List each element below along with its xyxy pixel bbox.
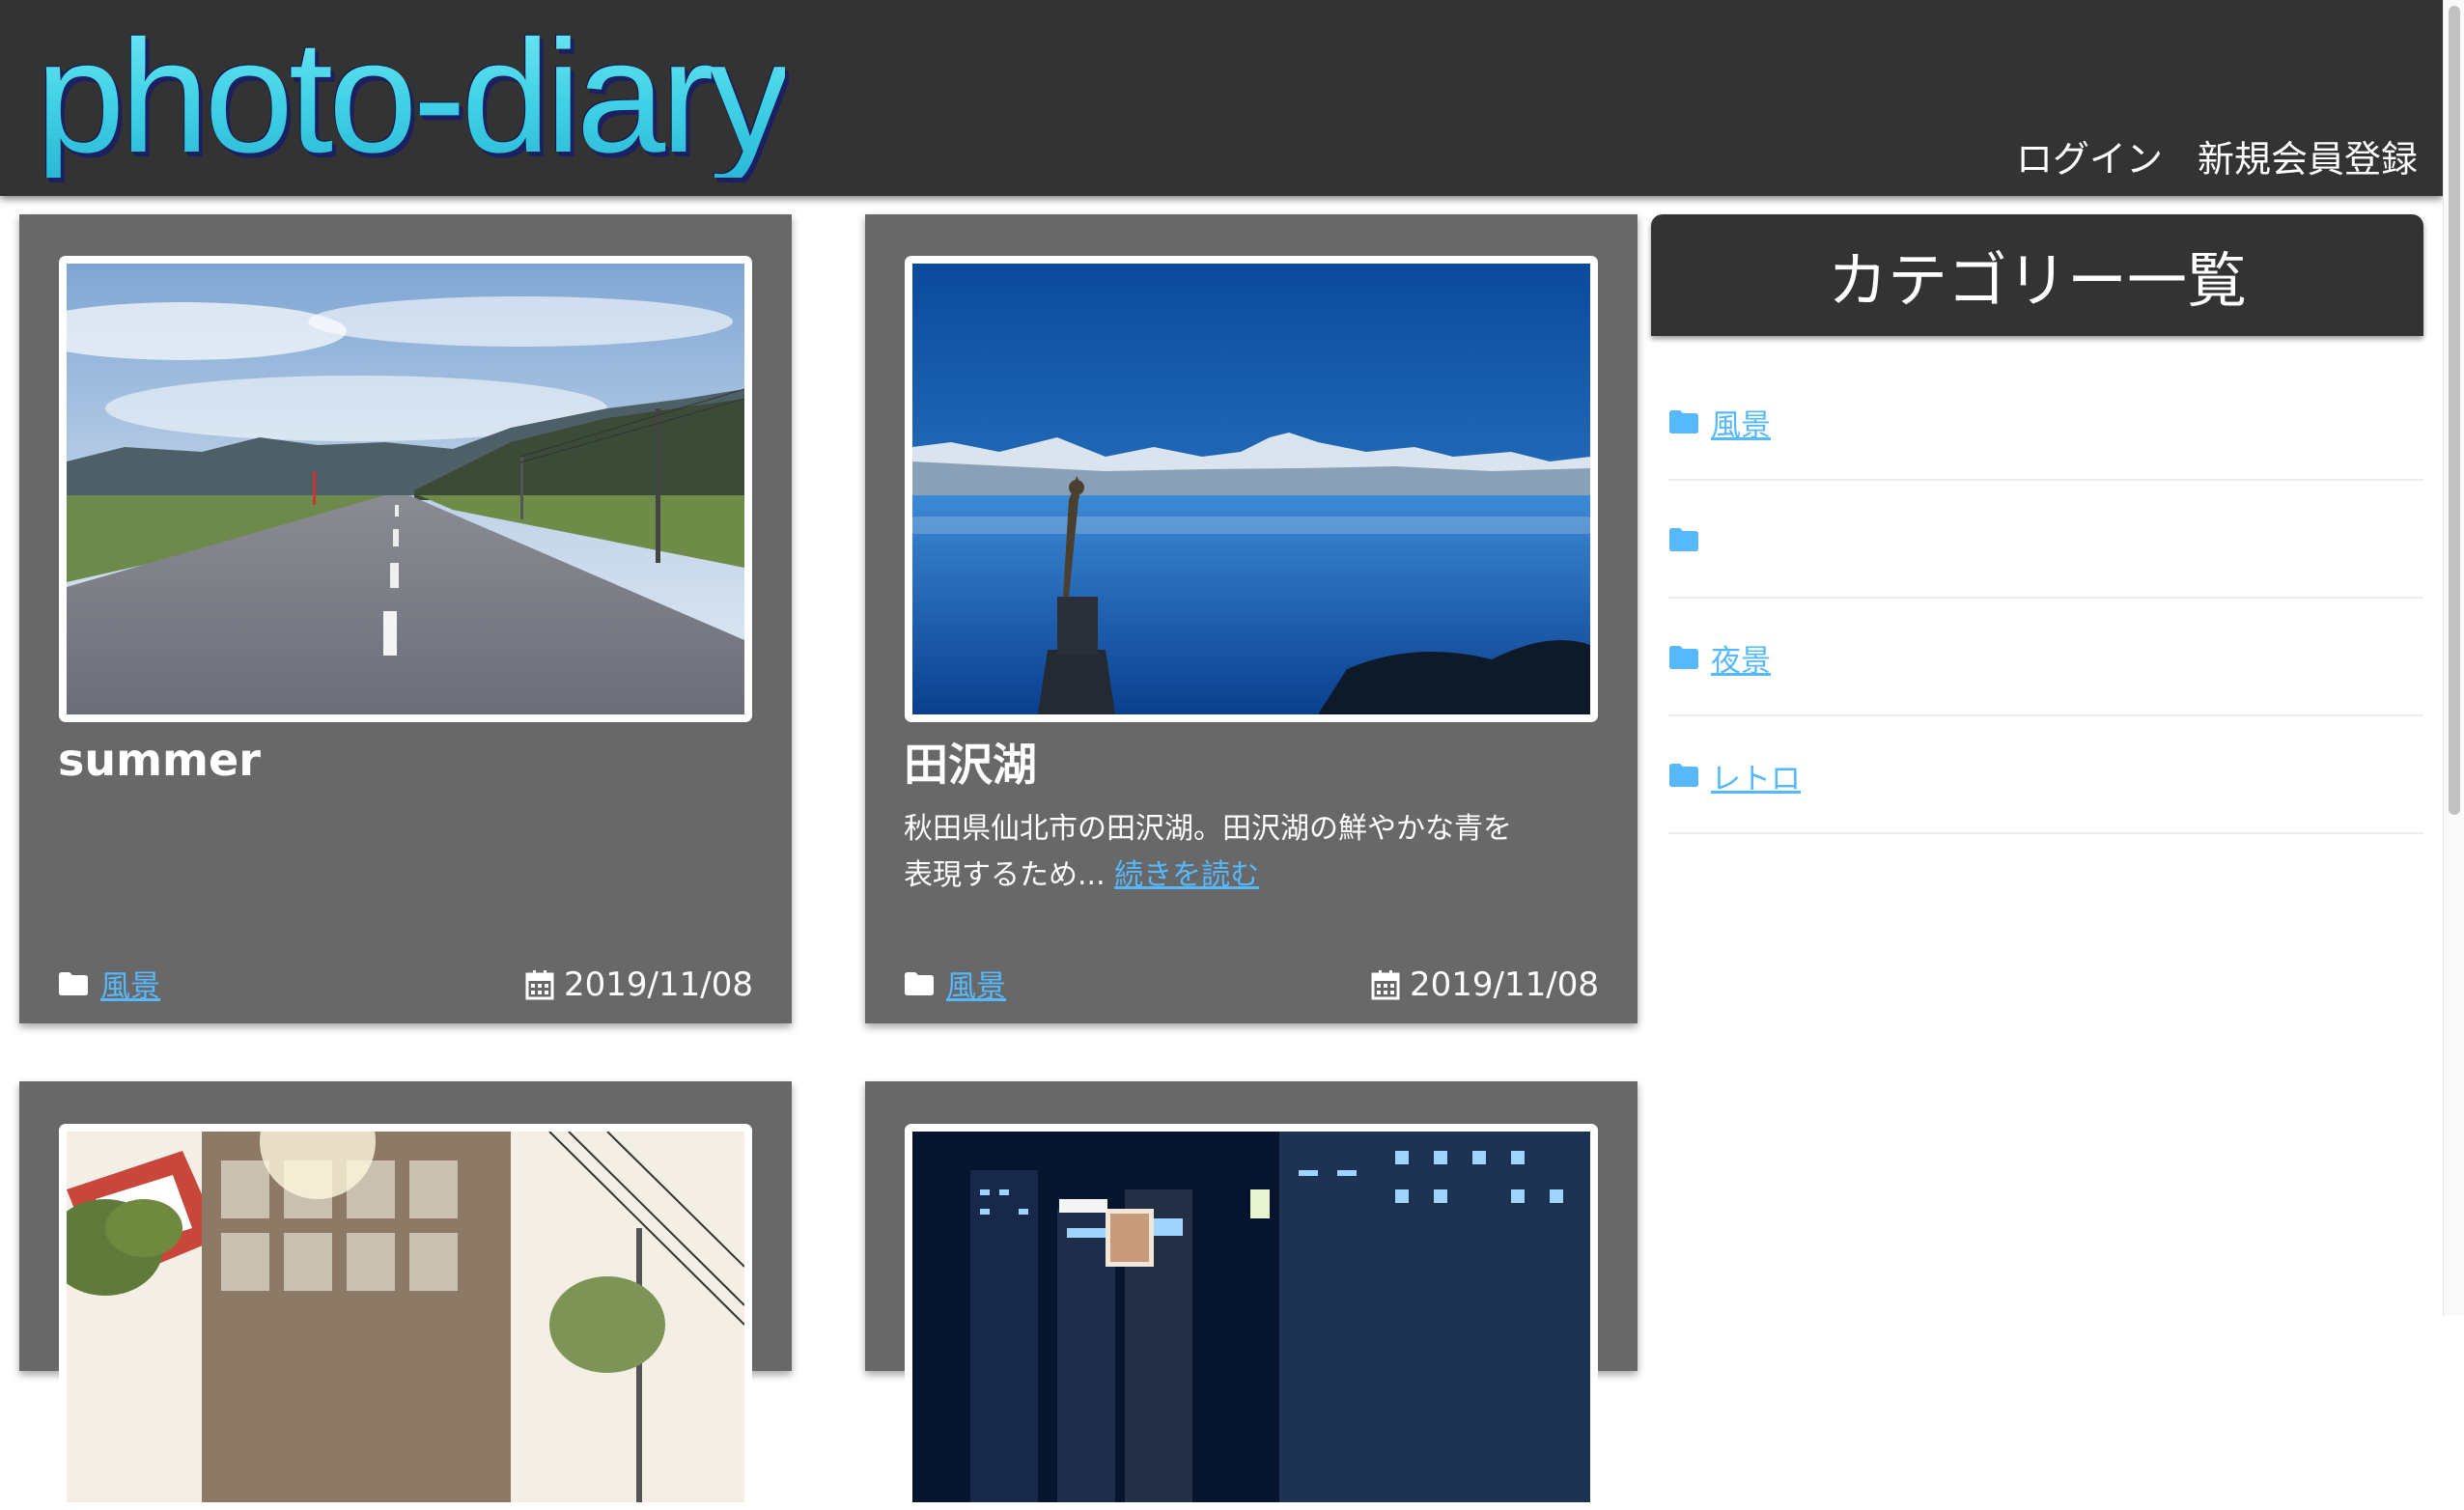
- post-photo[interactable]: [905, 1124, 1598, 1510]
- post-category: 風景: [58, 962, 160, 1005]
- post-card[interactable]: 田沢湖 秋田県仙北市の田沢湖。田沢湖の鮮やかな青を表現するため... 続きを読む…: [865, 214, 1638, 1023]
- page-scrollbar[interactable]: [2443, 0, 2464, 1316]
- post-title[interactable]: 田沢湖: [904, 741, 1037, 790]
- category-item[interactable]: レトロ: [1668, 716, 2423, 834]
- site-logo[interactable]: photo-diary: [36, 17, 789, 178]
- post-card[interactable]: summer 風景 2019/11/08: [19, 214, 792, 1023]
- folder-icon: [1669, 646, 1698, 669]
- folder-icon: [1669, 764, 1698, 787]
- retro-storefront-photo: [67, 1132, 744, 1502]
- post-photo[interactable]: [59, 1124, 752, 1510]
- category-link[interactable]: レトロ: [1711, 754, 1801, 797]
- register-link[interactable]: 新規会員登録: [2198, 141, 2418, 178]
- category-link[interactable]: 夜景: [1711, 636, 1771, 680]
- category-list: 風景 夜景 レトロ: [1668, 363, 2423, 834]
- post-date: 2019/11/08: [525, 965, 753, 1004]
- post-title[interactable]: summer: [58, 736, 261, 785]
- category-item[interactable]: [1668, 481, 2423, 599]
- category-link[interactable]: 風景: [1711, 401, 1771, 444]
- folder-icon: [905, 971, 934, 995]
- post-category-link[interactable]: 風景: [100, 962, 160, 1005]
- site-header: photo-diary ログイン 新規会員登録: [0, 0, 2443, 196]
- post-card[interactable]: [19, 1081, 792, 1510]
- calendar-icon: [1371, 970, 1400, 1000]
- folder-icon: [1669, 410, 1698, 433]
- post-category-link[interactable]: 風景: [946, 962, 1006, 1005]
- folder-icon: [1669, 528, 1698, 551]
- calendar-icon: [525, 970, 554, 1000]
- category-list-heading: カテゴリー一覧: [1651, 214, 2423, 336]
- folder-icon: [59, 971, 88, 995]
- post-photo[interactable]: [905, 256, 1598, 722]
- post-category: 風景: [904, 962, 1006, 1005]
- scrollbar-thumb[interactable]: [2449, 6, 2460, 815]
- category-item[interactable]: 風景: [1668, 363, 2423, 481]
- read-more-link[interactable]: 続きを読む: [1114, 858, 1259, 892]
- country-road-photo: [67, 264, 744, 714]
- post-date-text: 2019/11/08: [564, 965, 753, 1004]
- header-nav: ログイン 新規会員登録: [2016, 141, 2418, 178]
- post-photo[interactable]: [59, 256, 752, 722]
- post-date: 2019/11/08: [1371, 965, 1599, 1004]
- post-card[interactable]: [865, 1081, 1638, 1510]
- category-item[interactable]: 夜景: [1668, 599, 2423, 716]
- post-excerpt: 秋田県仙北市の田沢湖。田沢湖の鮮やかな青を表現するため... 続きを読む: [904, 806, 1522, 899]
- login-link[interactable]: ログイン: [2016, 141, 2163, 178]
- post-date-text: 2019/11/08: [1410, 965, 1599, 1004]
- lake-statue-photo: [912, 264, 1590, 714]
- night-city-photo: [912, 1132, 1590, 1502]
